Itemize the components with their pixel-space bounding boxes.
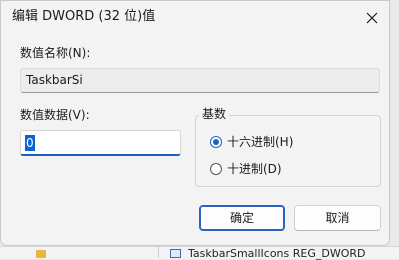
dialog-title: 编辑 DWORD (32 位)值 xyxy=(12,9,156,24)
radio-hexadecimal[interactable]: 十六进制(H) xyxy=(210,134,293,150)
radio-decimal[interactable]: 十进制(D) xyxy=(210,161,282,177)
background-row-text: TaskbarSmallIcons REG_DWORD xyxy=(188,247,366,260)
close-button[interactable] xyxy=(355,1,389,34)
radio-hexadecimal-indicator[interactable] xyxy=(210,136,222,148)
radio-decimal-indicator[interactable] xyxy=(210,163,222,175)
registry-value-icon xyxy=(170,249,181,258)
edit-dword-dialog: 编辑 DWORD (32 位)值 数值名称(N): TaskbarSi 数值数据… xyxy=(0,0,390,246)
value-name-label: 数值名称(N): xyxy=(20,46,91,60)
value-data-label: 数值数据(V): xyxy=(20,108,90,122)
radio-decimal-label[interactable]: 十进制(D) xyxy=(227,162,282,176)
title-bar: 编辑 DWORD (32 位)值 xyxy=(1,1,389,34)
value-data-input[interactable]: 0 xyxy=(20,130,181,156)
base-group-title: 基数 xyxy=(199,107,230,121)
close-icon xyxy=(366,12,378,23)
ok-button[interactable]: 确定 xyxy=(199,205,285,231)
folder-icon xyxy=(36,250,46,258)
background-divider xyxy=(158,246,159,258)
radio-hexadecimal-label[interactable]: 十六进制(H) xyxy=(227,135,293,149)
value-data-text: 0 xyxy=(25,135,35,151)
value-name-field: TaskbarSi xyxy=(20,68,380,93)
cancel-button[interactable]: 取消 xyxy=(294,205,381,231)
